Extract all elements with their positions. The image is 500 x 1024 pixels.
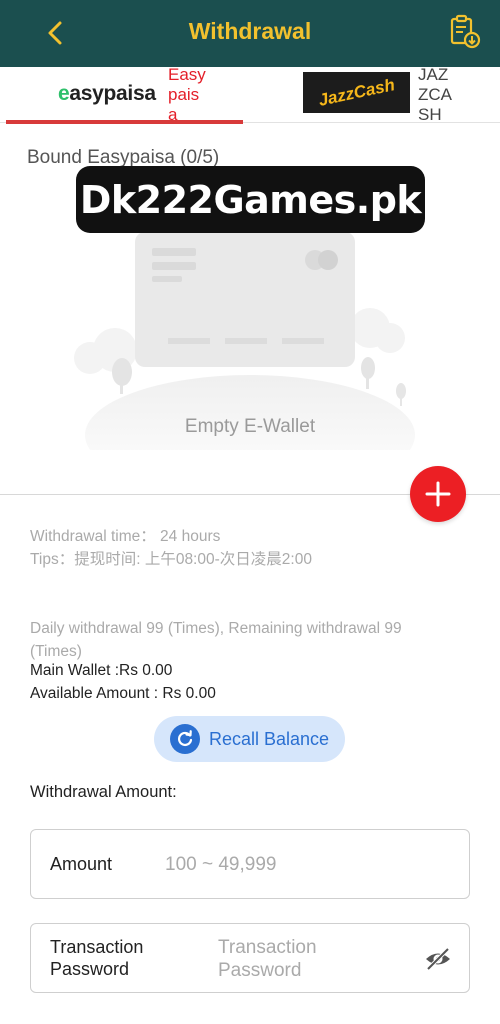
transaction-password-label: Transaction Password <box>50 937 144 979</box>
tab-jazzcash-label: JAZZCASH <box>418 65 452 124</box>
jazzcash-logo-text: JazzCash <box>316 74 397 110</box>
tab-easypaisa[interactable]: easypaisa Easypaisa <box>6 65 243 124</box>
empty-wallet-illustration <box>74 232 415 450</box>
header-bar: Withdrawal <box>0 0 500 67</box>
amount-label: Amount <box>50 854 113 874</box>
refresh-icon <box>170 724 200 754</box>
plus-icon <box>425 481 451 507</box>
recall-balance-button[interactable]: Recall Balance <box>154 716 345 762</box>
jazzcash-logo: JazzCash <box>303 72 410 113</box>
toggle-password-visibility-button[interactable] <box>423 944 453 974</box>
tab-easypaisa-label: Easypaisa <box>168 65 206 124</box>
tips-text: Tips：提现时间: 上午08:00-次日凌晨2:00 <box>30 551 312 568</box>
active-tab-indicator <box>6 120 243 124</box>
page-title: Withdrawal <box>188 18 312 44</box>
transaction-password-input[interactable]: Transaction Password <box>218 936 368 982</box>
add-wallet-button[interactable] <box>410 466 466 522</box>
eye-off-icon <box>426 947 450 971</box>
main-wallet-text: Main Wallet :Rs 0.00 <box>30 662 173 679</box>
recall-balance-label: Recall Balance <box>209 728 330 749</box>
daily-withdrawal-text: Daily withdrawal 99 (Times), Remaining w… <box>30 620 402 660</box>
clipboard-download-icon <box>450 14 481 49</box>
withdrawal-amount-title: Withdrawal Amount: <box>30 783 177 801</box>
payment-method-tabs: easypaisa Easypaisa JazzCash JAZZCASH <box>0 65 500 124</box>
transaction-password-field: Transaction Password Transaction Passwor… <box>30 923 470 993</box>
tab-jazzcash[interactable]: JazzCash JAZZCASH <box>300 65 500 124</box>
withdrawal-record-button[interactable] <box>446 14 482 50</box>
watermark-banner: Dk222Games.pk <box>76 166 425 233</box>
empty-wallet-text: Empty E-Wallet <box>184 416 316 437</box>
available-amount-text: Available Amount : Rs 0.00 <box>30 685 216 702</box>
easypaisa-logo-text: asypaisa <box>69 82 156 105</box>
amount-field: Amount <box>30 829 470 899</box>
withdrawal-time-text: Withdrawal time： 24 hours <box>30 528 221 545</box>
amount-input[interactable] <box>165 852 445 878</box>
easypaisa-logo: easypaisa <box>58 82 156 105</box>
